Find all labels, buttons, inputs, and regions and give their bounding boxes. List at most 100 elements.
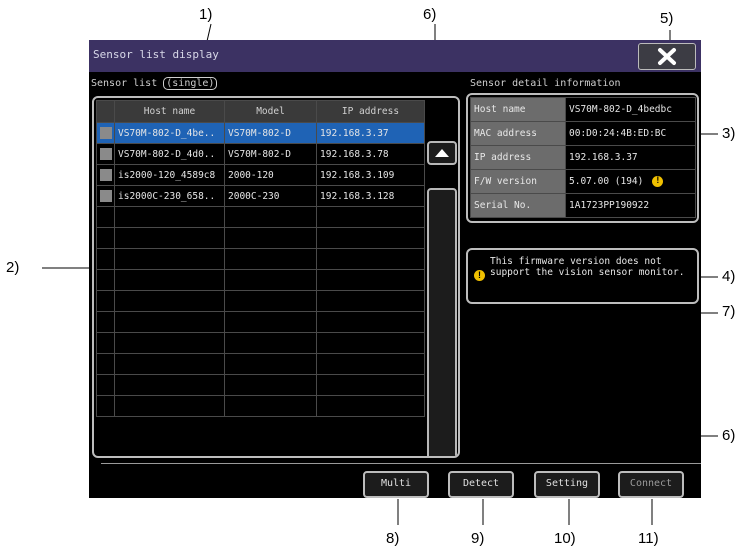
table-row[interactable]: is2000C-230_658.. 2000C-230 192.168.3.128 <box>96 185 425 207</box>
detail-value: VS70M-802-D_4bedbc <box>565 97 696 122</box>
cell-ip-address: 192.168.3.78 <box>316 143 425 165</box>
empty-cell <box>316 248 425 270</box>
cell-host-name: VS70M-802-D_4d0.. <box>114 143 225 165</box>
empty-cell <box>96 332 115 354</box>
row-checkbox[interactable] <box>96 143 115 165</box>
empty-cell <box>96 353 115 375</box>
detail-value-text: 192.168.3.37 <box>569 152 638 163</box>
row-checkbox[interactable] <box>96 164 115 186</box>
scroll-bar[interactable] <box>427 188 457 456</box>
column-header: Host name <box>114 100 225 123</box>
callout-9: 9) <box>471 530 485 547</box>
detail-row: MAC address 00:D0:24:4B:ED:BC <box>470 121 696 146</box>
cell-host-name: VS70M-802-D_4be.. <box>114 122 225 144</box>
cell-ip-address: 192.168.3.109 <box>316 164 425 186</box>
detail-key: F/W version <box>470 169 566 194</box>
empty-cell <box>316 353 425 375</box>
detail-info-table: Host name VS70M-802-D_4bedbc MAC address 00… <box>470 97 696 218</box>
detail-key: MAC address <box>470 121 566 146</box>
empty-cell <box>224 353 317 375</box>
arrow-up-icon <box>435 149 449 157</box>
detail-row: IP address 192.168.3.37 <box>470 145 696 170</box>
empty-cell <box>96 206 115 228</box>
empty-cell <box>224 227 317 249</box>
detail-key: Host name <box>470 97 566 122</box>
sensor-list-table: Host name Model IP address VS70M-802-D_4be… <box>96 100 425 417</box>
detail-info-frame: Host name VS70M-802-D_4bedbc MAC address 00… <box>466 93 699 223</box>
empty-cell <box>96 311 115 333</box>
close-button[interactable] <box>638 43 696 70</box>
cell-ip-address: 192.168.3.37 <box>316 122 425 144</box>
empty-cell <box>316 206 425 228</box>
detail-label: Sensor detail information <box>470 78 621 89</box>
empty-cell <box>114 206 225 228</box>
callout-8: 8) <box>386 530 400 547</box>
cell-host-name: is2000C-230_658.. <box>114 185 225 207</box>
empty-cell <box>224 248 317 270</box>
empty-table-row <box>96 269 425 291</box>
empty-cell <box>316 395 425 417</box>
setting-button[interactable]: Setting <box>534 471 600 498</box>
empty-cell <box>114 395 225 417</box>
detail-key: Serial No. <box>470 193 566 218</box>
detail-key: IP address <box>470 145 566 170</box>
callout-7: 7) <box>722 303 736 320</box>
multi-button[interactable]: Multi <box>363 471 429 498</box>
checkbox-icon <box>99 169 112 181</box>
row-checkbox[interactable] <box>96 122 115 144</box>
detail-value: 192.168.3.37 <box>565 145 696 170</box>
empty-table-row <box>96 248 425 270</box>
table-header-row: Host name Model IP address <box>96 100 425 123</box>
close-icon <box>658 48 676 65</box>
warning-icon: ! <box>474 270 485 281</box>
row-checkbox[interactable] <box>96 185 115 207</box>
scroll-up-button[interactable] <box>427 141 457 165</box>
empty-table-row <box>96 332 425 354</box>
empty-table-row <box>96 311 425 333</box>
setting-button-label: Setting <box>545 478 589 489</box>
column-header: IP address <box>316 100 425 123</box>
detail-value: 5.07.00 (194)! <box>565 169 696 194</box>
cell-model: VS70M-802-D <box>224 143 317 165</box>
cell-model: 2000-120 <box>224 164 317 186</box>
sensor-list-screen: Sensor list display Sensor list (single)… <box>89 40 701 498</box>
empty-cell <box>224 290 317 312</box>
sensor-list-mode: (single) <box>163 77 218 90</box>
empty-cell <box>224 206 317 228</box>
callout-6-bottom: 6) <box>722 427 736 444</box>
empty-cell <box>114 332 225 354</box>
empty-cell <box>114 269 225 291</box>
empty-cell <box>224 395 317 417</box>
title-bar: Sensor list display <box>89 40 701 72</box>
callout-4: 4) <box>722 268 736 285</box>
sensor-list-title: Sensor list <box>91 78 158 89</box>
checkbox-icon <box>99 148 112 160</box>
empty-cell <box>316 227 425 249</box>
empty-table-row <box>96 290 425 312</box>
warning-icon: ! <box>652 176 664 187</box>
divider <box>101 463 701 464</box>
detail-value-text: 00:D0:24:4B:ED:BC <box>569 128 667 139</box>
table-row[interactable]: VS70M-802-D_4d0.. VS70M-802-D 192.168.3.78 <box>96 143 425 165</box>
message-text: This firmware version does not support t… <box>490 256 685 278</box>
detail-value-text: VS70M-802-D_4bedbc <box>569 104 672 115</box>
detect-button[interactable]: Detect <box>448 471 514 498</box>
empty-table-row <box>96 395 425 417</box>
detail-row: Host name VS70M-802-D_4bedbc <box>470 97 696 122</box>
empty-cell <box>96 290 115 312</box>
table-row[interactable]: is2000-120_4589c8 2000-120 192.168.3.109 <box>96 164 425 186</box>
empty-cell <box>316 374 425 396</box>
detail-value: 00:D0:24:4B:ED:BC <box>565 121 696 146</box>
detect-button-label: Detect <box>462 478 500 489</box>
connect-button[interactable]: Connect <box>618 471 684 498</box>
empty-cell <box>96 395 115 417</box>
sensor-list-table-frame: Host name Model IP address VS70M-802-D_4be… <box>92 96 460 458</box>
screen-title: Sensor list display <box>93 48 219 61</box>
empty-cell <box>114 227 225 249</box>
empty-cell <box>316 311 425 333</box>
empty-cell <box>96 248 115 270</box>
checkbox-icon <box>99 127 112 139</box>
callout-11: 11) <box>638 530 659 547</box>
detail-value: 1A1723PP190922 <box>565 193 696 218</box>
table-row[interactable]: VS70M-802-D_4be.. VS70M-802-D 192.168.3.37 <box>96 122 425 144</box>
